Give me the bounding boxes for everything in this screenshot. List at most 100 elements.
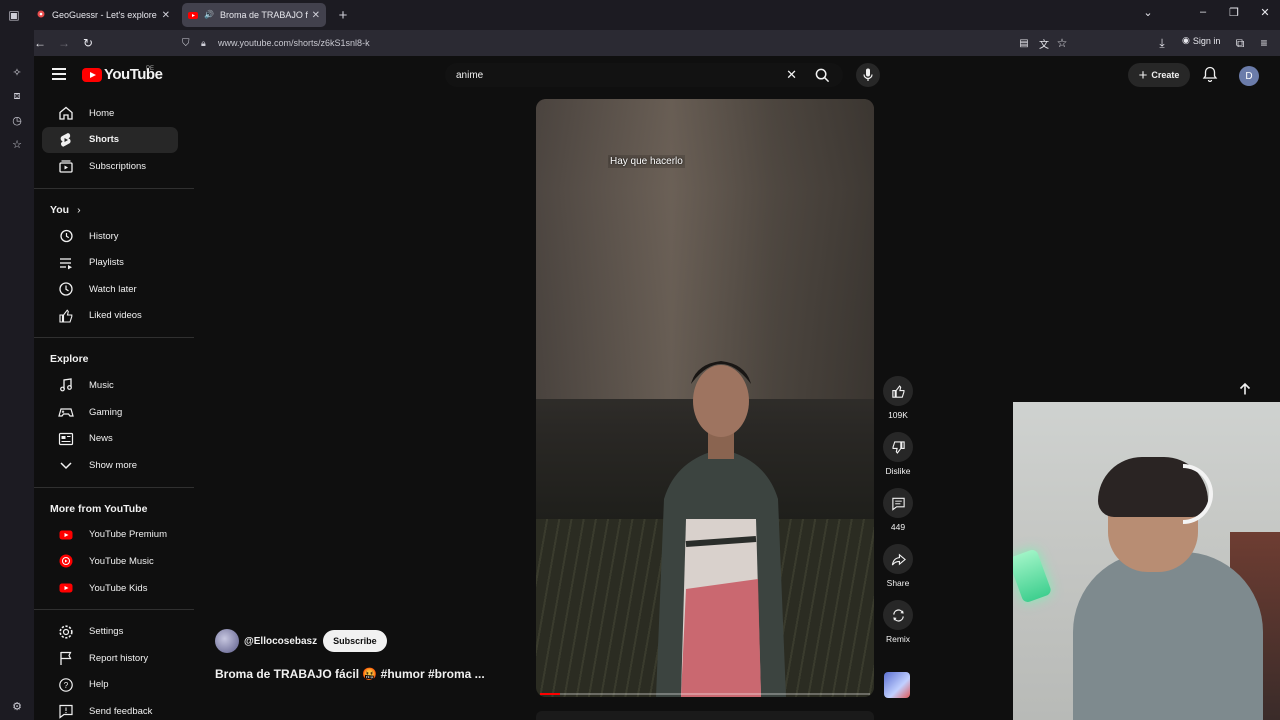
history-clock-icon[interactable]: ◷ xyxy=(9,112,25,128)
audio-source-thumbnail[interactable] xyxy=(884,672,910,698)
guide-sidebar: Home Shorts Subscriptions You › History … xyxy=(34,100,194,720)
maximize-icon[interactable]: ❐ xyxy=(1224,6,1244,19)
chevron-down-icon xyxy=(60,462,72,470)
channel-avatar[interactable] xyxy=(215,629,239,653)
guide-item-settings[interactable]: Settings xyxy=(42,618,178,645)
lock-icon[interactable]: 🔒︎ xyxy=(201,38,206,49)
account-avatar[interactable]: D xyxy=(1239,66,1259,86)
guide-menu-icon[interactable] xyxy=(52,68,66,80)
share-button[interactable] xyxy=(883,544,913,574)
video-progress-bar[interactable] xyxy=(540,693,870,695)
guide-item-news[interactable]: News xyxy=(42,425,178,452)
browser-nav-bar: ▯ ← → ↻ ⛉ 🔒︎ www.youtube.com/shorts/z6kS… xyxy=(0,30,1280,56)
youtube-premium-icon xyxy=(59,530,73,540)
youtube-logo[interactable]: YouTube PE xyxy=(82,66,163,83)
translate-icon[interactable]: 文 xyxy=(1036,35,1052,51)
clear-search-icon[interactable]: ✕ xyxy=(786,67,797,83)
voice-search-button[interactable] xyxy=(856,63,880,87)
tab-list-icon[interactable]: ▣ xyxy=(6,7,22,23)
customize-sidebar-icon[interactable]: ⚙ xyxy=(9,698,25,714)
next-short-preview[interactable] xyxy=(536,711,874,720)
speaker-icon[interactable]: 🔊 xyxy=(204,10,214,20)
guide-item-playlists[interactable]: Playlists xyxy=(42,249,178,276)
browser-tab-strip: ▣ GeoGuessr - Let's explore the w ✕ 🔊 Br… xyxy=(0,0,1280,30)
guide-item-home[interactable]: Home xyxy=(42,100,178,127)
reload-icon[interactable]: ↻ xyxy=(80,35,96,51)
url-text[interactable]: www.youtube.com/shorts/z6kS1snl8-k xyxy=(218,38,370,48)
svg-text:?: ? xyxy=(64,681,69,690)
guide-item-liked-videos[interactable]: Liked videos xyxy=(42,303,178,330)
remix-action[interactable]: Remix xyxy=(880,600,916,644)
guide-item-shorts[interactable]: Shorts xyxy=(42,126,178,154)
extensions-icon[interactable]: ⧉ xyxy=(1232,35,1248,51)
previous-short-button[interactable] xyxy=(1232,376,1258,402)
guide-item-label: Shorts xyxy=(89,134,120,146)
guide-item-youtube-kids[interactable]: YouTube Kids xyxy=(42,575,178,602)
remix-button[interactable] xyxy=(883,600,913,630)
guide-item-label: Settings xyxy=(89,626,124,638)
close-window-icon[interactable]: ✕ xyxy=(1255,6,1275,19)
plus-icon: + xyxy=(1138,66,1148,84)
new-tab-icon[interactable]: + xyxy=(335,7,351,24)
guide-item-subscriptions[interactable]: Subscriptions xyxy=(42,153,178,180)
dislike-action[interactable]: Dislike xyxy=(880,432,916,476)
share-action[interactable]: Share xyxy=(880,544,916,588)
synced-tabs-icon[interactable]: ⧈ xyxy=(9,88,25,104)
comments-action[interactable]: 449 xyxy=(880,488,916,532)
subscribe-button[interactable]: Subscribe xyxy=(323,630,387,652)
guide-heading-explore: Explore xyxy=(50,353,89,366)
tab-geoguessr[interactable]: GeoGuessr - Let's explore the w ✕ xyxy=(30,3,176,27)
back-icon[interactable]: ← xyxy=(32,35,48,51)
guide-item-label: Report history xyxy=(89,652,149,664)
shield-icon[interactable]: ⛉ xyxy=(182,38,190,49)
list-all-tabs-icon[interactable]: ⌄ xyxy=(1138,6,1158,19)
tab-youtube-short[interactable]: 🔊 Broma de TRABAJO fácil ✕ xyxy=(182,3,326,27)
guide-item-music[interactable]: Music xyxy=(42,372,178,399)
share-label: Share xyxy=(886,578,910,588)
guide-item-watch-later[interactable]: Watch later xyxy=(42,276,178,303)
guide-item-help[interactable]: ? Help xyxy=(42,672,178,699)
guide-item-label: Home xyxy=(89,107,115,119)
short-title[interactable]: Broma de TRABAJO fácil 🤬 #humor #broma .… xyxy=(215,667,515,681)
headphones-icon xyxy=(1183,464,1213,524)
guide-item-label: Liked videos xyxy=(89,310,142,322)
guide-item-report-history[interactable]: Report history xyxy=(42,645,178,672)
app-menu-icon[interactable]: ≡ xyxy=(1256,35,1272,51)
webcam-green-light xyxy=(1013,548,1053,604)
guide-item-youtube-premium[interactable]: YouTube Premium xyxy=(42,522,178,549)
downloads-icon[interactable]: ⤓ xyxy=(1154,35,1170,51)
minimize-icon[interactable]: – xyxy=(1193,6,1213,18)
short-video-player[interactable]: Hay que hacerlo xyxy=(536,99,874,697)
chevron-right-icon: › xyxy=(77,203,81,216)
reader-view-icon[interactable]: ▤ xyxy=(1016,35,1032,51)
guide-heading-more-from-youtube: More from YouTube xyxy=(50,502,148,515)
search-button[interactable] xyxy=(811,64,833,86)
guide-item-show-more[interactable]: Show more xyxy=(42,452,178,479)
like-button[interactable] xyxy=(883,376,913,406)
search-input[interactable]: anime xyxy=(456,70,786,81)
url-bar[interactable]: ⛉ 🔒︎ www.youtube.com/shorts/z6kS1snl8-k xyxy=(176,33,1076,53)
short-metadata: @Ellocosebasz Subscribe Broma de TRABAJO… xyxy=(215,629,515,681)
search-box[interactable]: anime ✕ xyxy=(445,63,843,87)
notifications-bell-icon[interactable] xyxy=(1202,66,1218,82)
guide-item-send-feedback[interactable]: Send feedback xyxy=(42,698,178,720)
playlists-icon xyxy=(60,258,72,270)
create-button[interactable]: + Create xyxy=(1128,63,1190,87)
forward-icon[interactable]: → xyxy=(56,35,72,51)
like-action[interactable]: 109K xyxy=(880,376,916,420)
guide-heading-you[interactable]: You › xyxy=(34,197,194,223)
comment-count: 449 xyxy=(890,522,906,532)
guide-item-history[interactable]: History xyxy=(42,223,178,250)
bookmark-star-icon[interactable]: ☆ xyxy=(1054,35,1070,51)
ai-sparkle-icon[interactable]: ✧ xyxy=(9,64,25,80)
comments-button[interactable] xyxy=(883,488,913,518)
like-count: 109K xyxy=(888,410,908,420)
dislike-button[interactable] xyxy=(883,432,913,462)
close-tab-icon[interactable]: ✕ xyxy=(162,10,170,21)
close-tab-icon[interactable]: ✕ xyxy=(312,10,320,21)
sign-in-button[interactable]: ◉ Sign in xyxy=(1182,35,1220,46)
guide-item-gaming[interactable]: Gaming xyxy=(42,399,178,426)
guide-item-youtube-music[interactable]: YouTube Music xyxy=(42,548,178,575)
channel-name[interactable]: @Ellocosebasz xyxy=(244,636,317,647)
bookmarks-icon[interactable]: ☆ xyxy=(9,136,25,152)
